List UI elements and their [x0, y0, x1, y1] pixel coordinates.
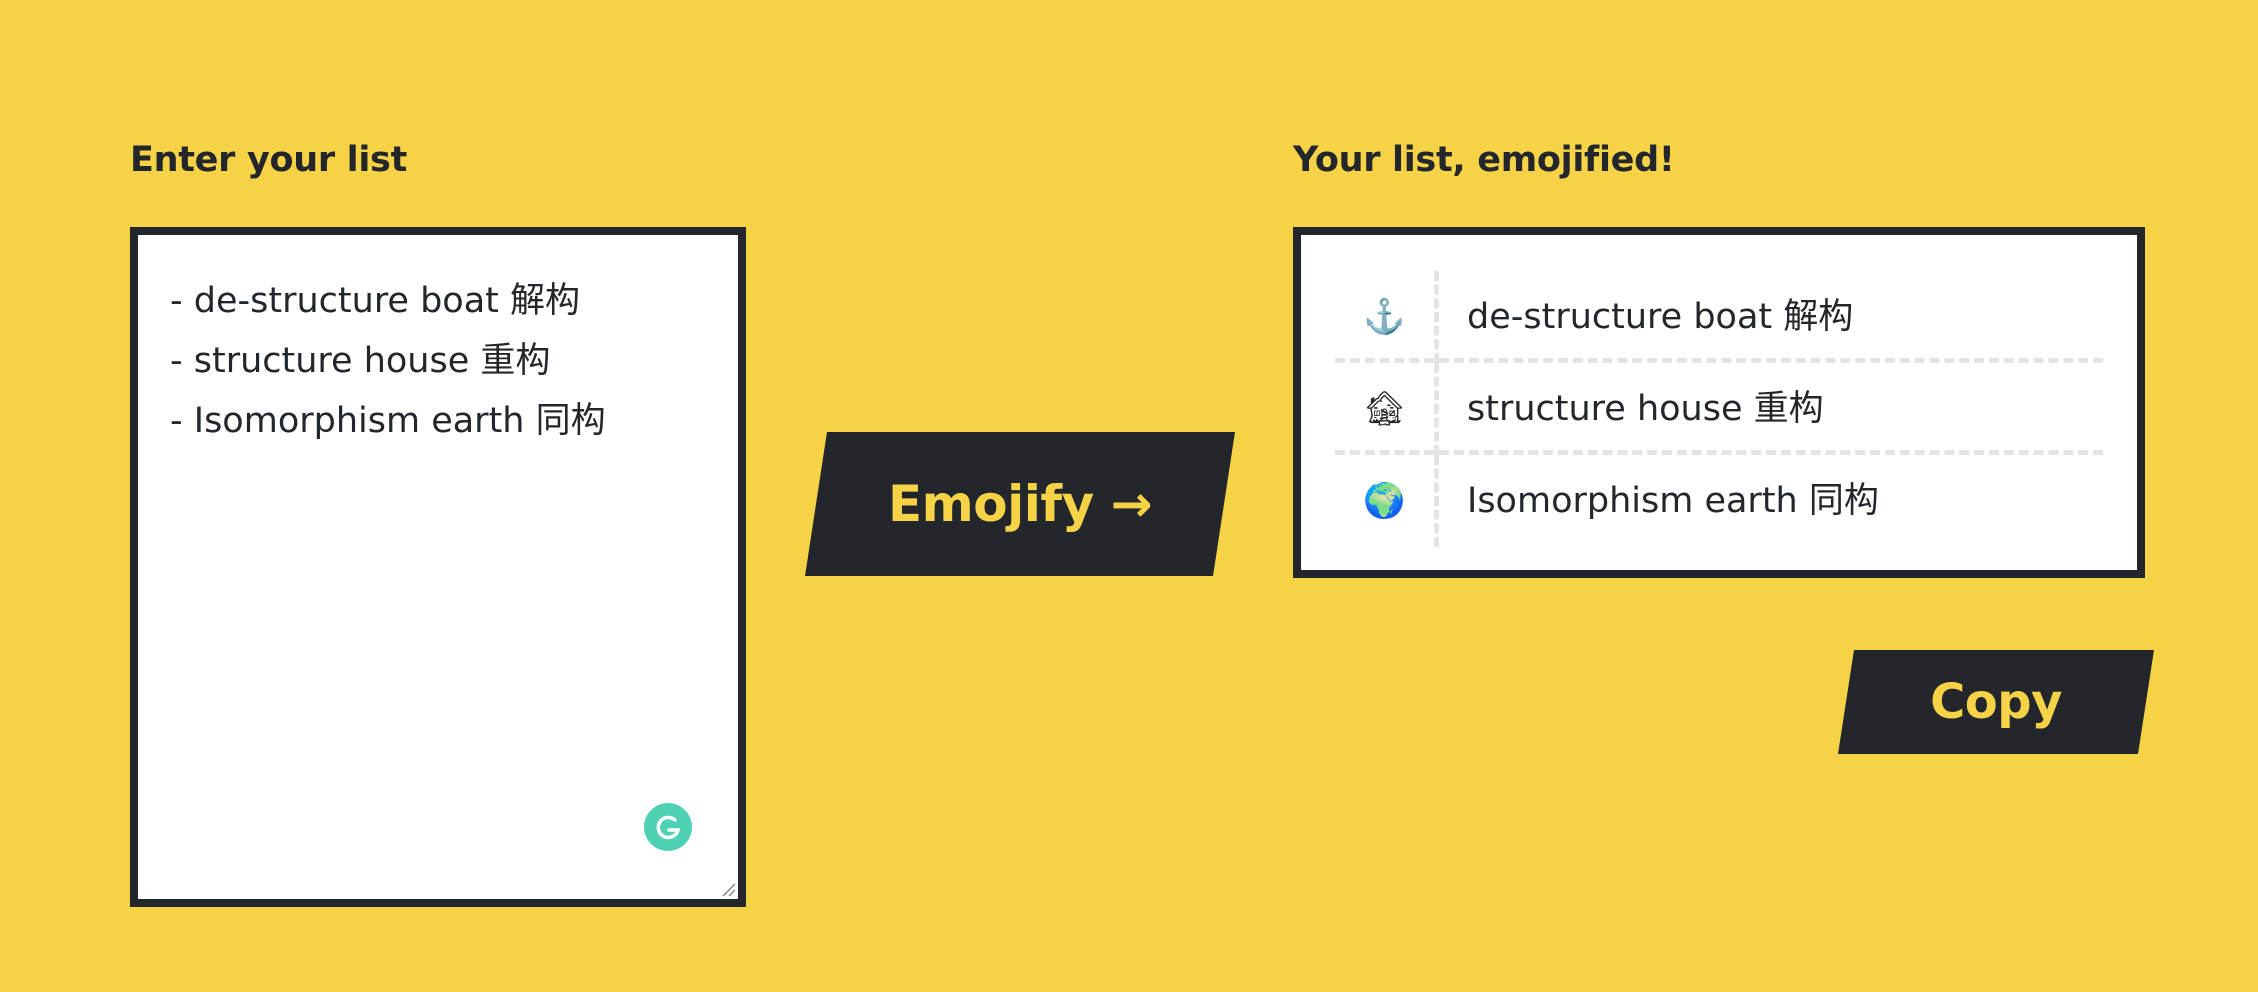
emojify-button-label: Emojify →	[887, 475, 1153, 533]
emojify-button[interactable]: Emojify →	[805, 432, 1235, 576]
resize-handle-icon[interactable]	[720, 881, 736, 897]
output-label: Your list, emojified!	[1293, 140, 1675, 180]
list-input-content[interactable]: - de-structure boat 解构 - structure house…	[170, 271, 714, 451]
list-item-text: de-structure boat 解构	[1467, 297, 1854, 337]
list-item: 🌍 Isomorphism earth 同构	[1335, 455, 2103, 547]
list-item: ⚓ de-structure boat 解构	[1335, 271, 2103, 363]
emojified-list-items: ⚓ de-structure boat 解构 🏚 structure house…	[1335, 271, 2103, 547]
copy-button-label: Copy	[1930, 674, 2062, 730]
list-input-textarea[interactable]: - de-structure boat 解构 - structure house…	[130, 227, 746, 907]
input-line: - structure house 重构	[170, 341, 551, 381]
list-item-text: Isomorphism earth 同构	[1467, 481, 1879, 521]
earth-globe-icon: 🌍	[1335, 455, 1439, 547]
input-label: Enter your list	[130, 140, 408, 180]
anchor-icon: ⚓	[1335, 271, 1439, 363]
list-item-text: structure house 重构	[1467, 389, 1824, 429]
copy-button[interactable]: Copy	[1838, 650, 2154, 754]
input-line: - Isomorphism earth 同构	[170, 401, 606, 441]
list-item: 🏚 structure house 重构	[1335, 363, 2103, 455]
input-line: - de-structure boat 解构	[170, 281, 581, 321]
emojified-list: ⚓ de-structure boat 解构 🏚 structure house…	[1293, 227, 2145, 578]
grammarly-icon[interactable]	[644, 803, 692, 851]
house-icon: 🏚	[1335, 363, 1439, 455]
